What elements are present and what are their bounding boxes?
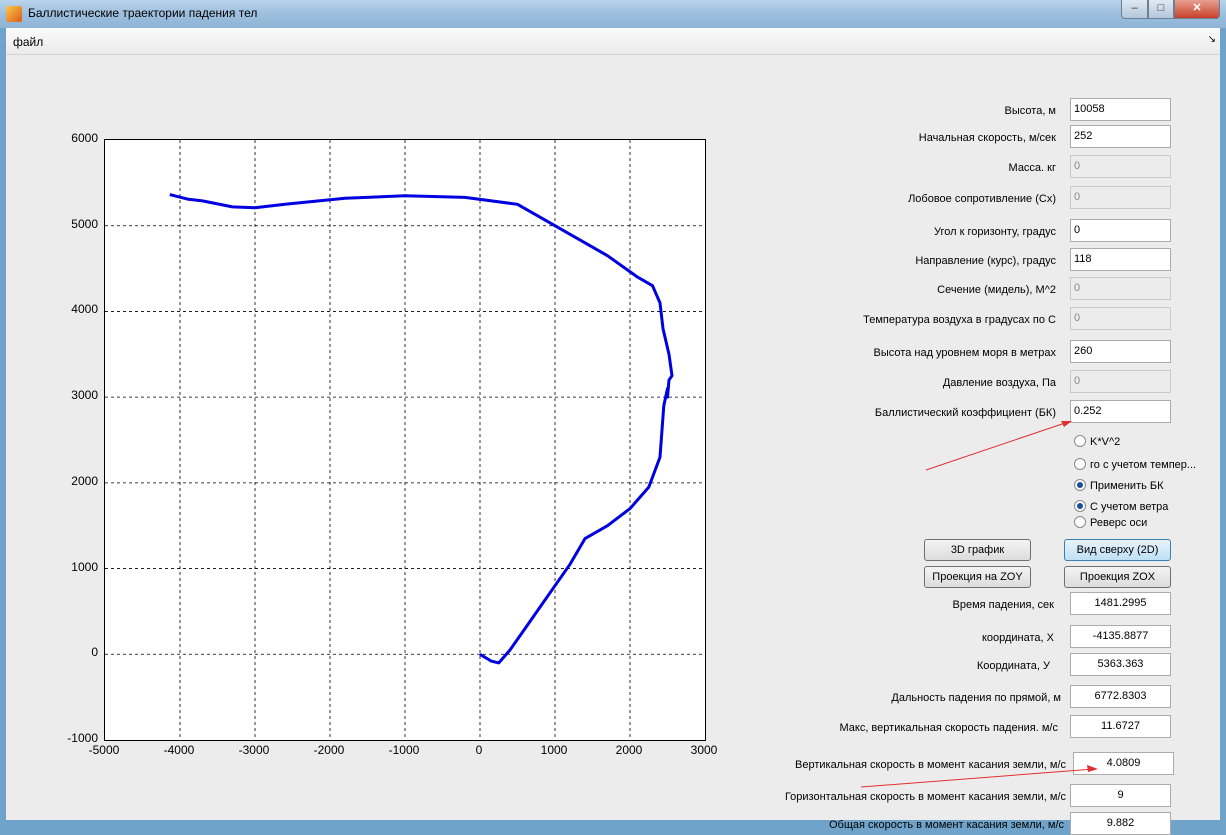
input-label: Масса. кг bbox=[1008, 162, 1056, 174]
result-label: Время падения, сек bbox=[952, 599, 1054, 611]
result-value: 4.0809 bbox=[1073, 752, 1174, 775]
x-tick-label: 2000 bbox=[615, 743, 643, 757]
input-field: 0 bbox=[1070, 186, 1171, 209]
result-value: -4135.8877 bbox=[1070, 625, 1171, 648]
result-value: 9 bbox=[1070, 784, 1171, 807]
x-tick-label: -5000 bbox=[88, 743, 120, 757]
input-label: Угол к горизонту, градус bbox=[934, 226, 1056, 238]
trajectory-line bbox=[169, 193, 674, 665]
input-label: Давление воздуха, Па bbox=[942, 377, 1056, 389]
result-label: Вертикальная скорость в момент касания з… bbox=[795, 759, 1066, 771]
radio-label: С учетом ветра bbox=[1090, 501, 1169, 513]
menu-dock-icon[interactable]: ↘ bbox=[1208, 34, 1216, 45]
x-tick-label: -4000 bbox=[163, 743, 195, 757]
projection-zoy-button[interactable]: Проекция на ZOY bbox=[924, 566, 1031, 588]
radio-indicator bbox=[1074, 516, 1086, 528]
menu-file[interactable]: файл bbox=[13, 35, 43, 49]
radio-label: го с учетом темпер... bbox=[1090, 459, 1197, 471]
input-field[interactable]: 10058 bbox=[1070, 98, 1171, 121]
input-field[interactable]: 118 bbox=[1070, 248, 1171, 271]
input-field[interactable]: 252 bbox=[1070, 125, 1171, 148]
window-client: файл ↘ -5000 -4000 -3000 -2000 -1000 0 1000 200… bbox=[6, 28, 1220, 835]
input-field: 0 bbox=[1070, 307, 1171, 330]
result-label: Общая скорость в момент касания земли, м… bbox=[829, 819, 1064, 831]
input-label: Сечение (мидель), М^2 bbox=[937, 284, 1056, 296]
result-value: 6772.8303 bbox=[1070, 685, 1171, 708]
close-button[interactable]: ✕ bbox=[1174, 0, 1220, 19]
radio-label: Применить БК bbox=[1090, 480, 1164, 492]
figure-panel: -5000 -4000 -3000 -2000 -1000 0 1000 2000 3000 60… bbox=[6, 55, 1220, 835]
y-tick-label: 0 bbox=[91, 645, 98, 660]
radio-option[interactable]: го с учетом темпер... bbox=[1074, 458, 1196, 471]
input-field[interactable]: 0 bbox=[1070, 219, 1171, 242]
input-label: Баллистический коэффициент (БК) bbox=[874, 407, 1056, 419]
radio-option[interactable]: Реверс оси bbox=[1074, 516, 1147, 529]
input-label: Температура воздуха в градусах по С bbox=[863, 314, 1056, 326]
radio-option[interactable]: С учетом ветра bbox=[1074, 500, 1168, 513]
x-tick-label: 3000 bbox=[690, 743, 718, 757]
y-tick-label: 6000 bbox=[71, 131, 98, 145]
maximize-button[interactable]: □ bbox=[1148, 0, 1174, 19]
trajectory-plot bbox=[105, 140, 705, 740]
radio-option[interactable]: Применить БК bbox=[1074, 479, 1164, 492]
input-label: Начальная скорость, м/сек bbox=[918, 132, 1056, 144]
x-tick-label: -3000 bbox=[238, 743, 270, 757]
radio-indicator bbox=[1074, 458, 1086, 470]
top-view-button[interactable]: Вид сверху (2D) bbox=[1064, 539, 1171, 561]
menu-bar: файл ↘ bbox=[6, 28, 1220, 55]
y-tick-label: 4000 bbox=[71, 302, 98, 317]
y-tick-label: -1000 bbox=[67, 731, 98, 745]
annotation-arrow-vspeed bbox=[860, 768, 1095, 788]
y-tick-label: 5000 bbox=[71, 216, 98, 231]
y-tick-label: 1000 bbox=[71, 559, 98, 574]
plot-axes[interactable] bbox=[104, 139, 706, 741]
input-field[interactable]: 260 bbox=[1070, 340, 1171, 363]
result-value: 11.6727 bbox=[1070, 715, 1171, 738]
projection-zox-button[interactable]: Проекция ZOX bbox=[1064, 566, 1171, 588]
result-label: Координата, У bbox=[976, 660, 1050, 672]
input-field: 0 bbox=[1070, 370, 1171, 393]
x-tick-label: -1000 bbox=[388, 743, 420, 757]
y-tick-label: 2000 bbox=[71, 473, 98, 488]
result-label: Горизонтальная скорость в момент касания… bbox=[784, 791, 1066, 803]
radio-label: Реверс оси bbox=[1090, 517, 1148, 529]
radio-option[interactable]: K*V^2 bbox=[1074, 435, 1120, 448]
input-label: Высота над уровнем моря в метрах bbox=[873, 347, 1056, 359]
result-label: Макс, вертикальная скорость падения. м/с bbox=[839, 722, 1058, 734]
result-value: 1481.2995 bbox=[1070, 592, 1171, 615]
input-field: 0 bbox=[1070, 277, 1171, 300]
result-value: 5363.363 bbox=[1070, 653, 1171, 676]
radio-indicator bbox=[1074, 435, 1086, 447]
window-title: Баллистические траектории падения тел bbox=[28, 6, 258, 20]
y-tick-label: 3000 bbox=[71, 388, 98, 403]
radio-label: K*V^2 bbox=[1090, 436, 1121, 448]
x-tick-label: 1000 bbox=[540, 743, 568, 757]
result-label: Дальность падения по прямой, м bbox=[891, 692, 1061, 704]
result-label: координата, X bbox=[981, 632, 1054, 644]
input-label: Направление (курс), градус bbox=[915, 255, 1056, 267]
title-bar: Баллистические траектории падения тел – … bbox=[0, 0, 1226, 28]
radio-indicator bbox=[1074, 500, 1086, 512]
minimize-button[interactable]: – bbox=[1121, 0, 1148, 19]
x-tick-label: -2000 bbox=[313, 743, 345, 757]
result-value: 9.882 bbox=[1070, 812, 1171, 835]
annotation-arrow-bk bbox=[925, 421, 1069, 471]
input-label: Лобовое сопротивление (Сх) bbox=[908, 193, 1056, 205]
matlab-app-icon bbox=[6, 6, 22, 22]
x-tick-label: 0 bbox=[475, 743, 483, 757]
3d-graph-button[interactable]: 3D график bbox=[924, 539, 1031, 561]
radio-indicator bbox=[1074, 479, 1086, 491]
input-label: Высота, м bbox=[1004, 105, 1056, 117]
input-field: 0 bbox=[1070, 155, 1171, 178]
input-field[interactable]: 0.252 bbox=[1070, 400, 1171, 423]
